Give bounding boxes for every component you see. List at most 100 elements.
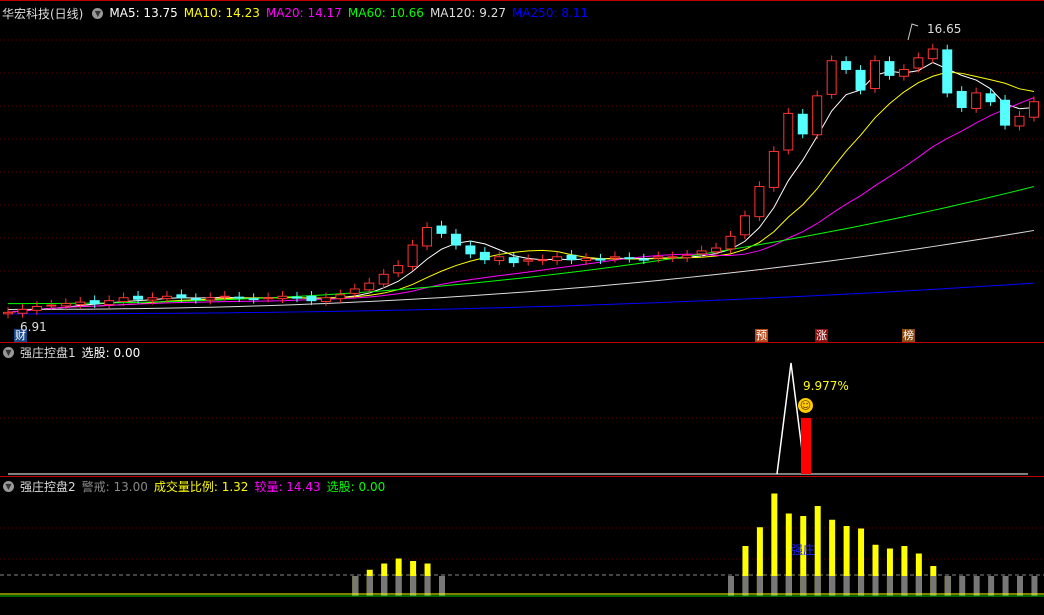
volume-base-bar — [915, 576, 922, 596]
candle-body — [942, 49, 953, 94]
indicator1-menu-icon[interactable]: ▼ — [3, 346, 14, 358]
candle-body — [190, 298, 201, 301]
candle-body — [537, 259, 548, 262]
volume-base-bar — [930, 576, 937, 596]
candle-body — [552, 256, 563, 262]
volume-base-bar — [756, 576, 763, 596]
volume-base-bar — [886, 576, 893, 596]
indicator1-header: ▼ 强庄控盘1 选股: 0.00 — [0, 344, 146, 360]
candle-body — [581, 257, 591, 262]
volume-base-bar — [395, 576, 402, 596]
high-marker — [907, 23, 919, 41]
volume-base-bar — [872, 576, 879, 596]
candle-body — [870, 60, 880, 90]
candle-body — [118, 297, 129, 303]
candle-body — [450, 233, 461, 246]
candle-body — [855, 69, 866, 91]
candle-body — [523, 259, 534, 262]
candle-body — [147, 297, 158, 301]
volume-base-bar — [728, 576, 734, 596]
candle-body — [292, 296, 302, 299]
volume-base-bar — [988, 576, 995, 596]
kline-chart[interactable] — [0, 0, 1044, 615]
tag-forecast[interactable]: 预 — [755, 329, 768, 342]
tag-limit-up[interactable]: 涨 — [815, 329, 828, 342]
candle-body — [75, 301, 86, 305]
candle-body — [60, 303, 71, 307]
candle-body — [696, 250, 707, 255]
candle-body — [393, 265, 404, 274]
indicator2-ratio: 成交量比例: 1.32 — [153, 479, 249, 494]
candle-body — [682, 254, 693, 259]
candle-body — [711, 247, 722, 253]
candle-body — [234, 296, 245, 299]
candle-body — [479, 251, 490, 261]
candle-body — [638, 258, 649, 261]
candle-body — [595, 258, 606, 261]
volume-base-bar — [829, 576, 836, 596]
candle-body — [46, 304, 57, 307]
candle-body — [783, 112, 794, 151]
indicator2-warn: 警戒: 13.00 — [81, 479, 148, 494]
volume-base-bar — [1002, 576, 1009, 596]
candle-body — [971, 92, 982, 109]
limit-up-percent: 9.977% — [803, 379, 849, 393]
candle-body — [422, 227, 433, 247]
volume-base-bar — [800, 576, 807, 596]
candle-body — [17, 308, 28, 314]
candle-body — [566, 254, 577, 261]
candle-body — [609, 256, 620, 259]
candle-body — [306, 295, 317, 302]
ma5-line — [7, 61, 1034, 313]
candle-body — [320, 297, 331, 303]
candle-body — [956, 90, 967, 109]
candle-body — [364, 282, 375, 291]
candle-body — [768, 150, 779, 188]
candle-body — [927, 48, 938, 60]
candle-body — [248, 298, 259, 301]
volume-base-bar — [742, 576, 749, 596]
top-border — [0, 0, 1044, 1]
ma60-line — [7, 186, 1035, 305]
indicator1-title: 强庄控盘1 — [20, 345, 76, 360]
candle-body — [31, 306, 42, 311]
candle-body — [277, 295, 288, 300]
candle-body — [667, 256, 678, 259]
high-price-label: 16.65 — [927, 22, 962, 36]
candle-body — [653, 256, 664, 259]
volume-base-bar — [771, 576, 778, 596]
volume-base-bar — [1017, 576, 1023, 596]
volume-base-bar — [381, 576, 388, 596]
ma10-line — [7, 71, 1035, 313]
candle-body — [133, 295, 144, 300]
volume-base-bar — [959, 576, 966, 596]
candle-body — [508, 257, 519, 264]
candle-body — [985, 93, 996, 103]
candle-body — [797, 113, 808, 135]
candle-body — [335, 294, 346, 300]
indicator2-menu-icon[interactable]: ▼ — [3, 480, 14, 492]
candle-body — [754, 186, 765, 218]
candle-body — [219, 295, 230, 298]
candle-body — [1014, 115, 1025, 127]
candle-body — [1028, 101, 1039, 118]
candle-body — [812, 95, 823, 136]
tag-list[interactable]: 榜 — [902, 329, 915, 342]
strong-mark: 强庄 — [791, 543, 816, 557]
volume-base-bar — [439, 576, 445, 596]
candle-body — [739, 215, 750, 236]
candle-body — [3, 311, 13, 315]
indicator1-xg: 选股: 0.00 — [81, 345, 141, 360]
candle-body — [205, 297, 216, 301]
volume-base-bar — [410, 576, 417, 596]
low-price-label: 6.91 — [20, 320, 47, 334]
candle-body — [826, 60, 837, 95]
indicator1-red-bar — [801, 418, 811, 474]
candle-body — [884, 61, 895, 76]
volume-base-bar — [785, 576, 792, 596]
candle-body — [349, 288, 360, 294]
candle-body — [263, 297, 274, 300]
candle-body — [436, 225, 447, 234]
volume-base-bar — [858, 576, 865, 596]
smiley-icon: ☺ — [798, 398, 813, 413]
